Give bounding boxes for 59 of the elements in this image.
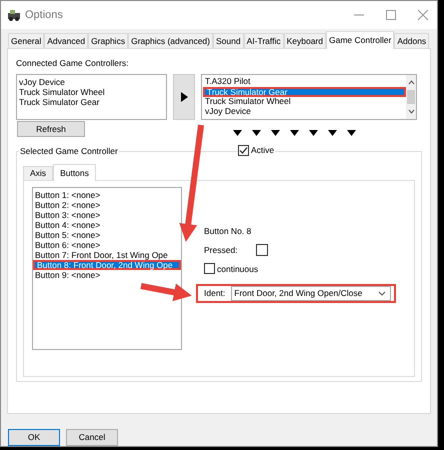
list-item[interactable]: Button 5: <none> <box>33 230 181 240</box>
group-title: Selected Game Controller <box>19 146 119 156</box>
checkbox[interactable] <box>204 263 215 274</box>
checkbox-label: Active <box>251 144 274 157</box>
section-label: Connected Game Controllers: <box>16 57 130 69</box>
annotation-arrow <box>140 283 192 302</box>
dialog-button[interactable]: Cancel <box>66 429 118 446</box>
tab[interactable]: Game Controller <box>326 31 394 49</box>
button-number-label: Button No. 8 <box>204 225 252 238</box>
tab[interactable]: Sound <box>212 33 244 48</box>
list-item[interactable]: Button 7: Front Door, 1st Wing Ope <box>33 250 181 260</box>
list-item[interactable]: T.A320 Pilot <box>203 77 406 87</box>
scrollbar[interactable] <box>406 75 416 119</box>
list-item[interactable]: Button 8: Front Door, 2nd Wing Ope <box>33 260 181 270</box>
triangle-icon <box>290 130 299 136</box>
tab[interactable]: AI-Traffic <box>244 33 284 48</box>
tab[interactable]: Keyboard <box>284 33 326 48</box>
list-item[interactable]: Truck Simulator Gear <box>19 97 164 107</box>
tab[interactable]: Advanced <box>44 33 88 48</box>
field-label: Ident: <box>203 287 226 300</box>
list-item[interactable]: Button 4: <none> <box>33 220 181 230</box>
tab[interactable]: Axis <box>23 166 54 180</box>
list-item[interactable]: vJoy Device <box>19 77 164 87</box>
tab[interactable]: Graphics (advanced) <box>128 33 213 48</box>
list-item[interactable]: vJoy Device <box>203 107 406 117</box>
list-item[interactable]: Button 9: <none> <box>33 270 181 280</box>
list-item[interactable]: Button 2: <none> <box>33 200 181 210</box>
tab[interactable]: Graphics <box>88 33 128 48</box>
scroll-down-icon <box>408 109 414 115</box>
ident-dropdown[interactable]: Front Door, 2nd Wing Open/Close <box>231 286 391 302</box>
tab[interactable]: Buttons <box>53 164 96 181</box>
list-item[interactable]: Button 6: <none> <box>33 240 181 250</box>
triangle-icon <box>328 130 337 136</box>
list-item[interactable]: Button 1: <none> <box>33 190 181 200</box>
scroll-up-icon <box>408 79 414 85</box>
app-icon <box>7 9 21 21</box>
triangle-icon <box>252 130 261 136</box>
tab[interactable]: General <box>8 33 44 48</box>
checkbox[interactable] <box>238 144 249 156</box>
button-list[interactable]: Button 1: <none> Button 2: <none> Button 3: <none> Button 4: <none> Button 5: <none> Button 6: <none> Button 7: Front Door, 1st Wing Ope Button 8: Front Door, 2nd Wing Ope Button 9: <none> <box>32 187 182 350</box>
pressed-label: Pressed: <box>204 244 239 256</box>
play-icon <box>180 92 188 102</box>
list-item[interactable]: Truck Simulator Gear <box>203 87 406 97</box>
dialog-button[interactable]: OK <box>8 429 60 446</box>
checkbox-label: continuous <box>217 262 258 276</box>
maximize-icon[interactable] <box>385 9 397 21</box>
list-item[interactable]: Truck Simulator Wheel <box>19 87 164 97</box>
list-item[interactable]: Button 3: <none> <box>33 210 181 220</box>
assign-button[interactable] <box>173 74 195 120</box>
list-item[interactable]: Truck Simulator Wheel <box>203 97 406 107</box>
triangle-icon <box>309 130 318 136</box>
triangle-icon <box>271 130 280 136</box>
tab[interactable]: Addons <box>394 33 430 48</box>
close-icon[interactable] <box>417 9 429 21</box>
triangle-icon <box>347 130 356 136</box>
controller-list[interactable]: vJoy Device Truck Simulator Wheel Truck Simulator Gear <box>16 74 167 120</box>
triangle-icon <box>233 130 242 136</box>
window-title: Options <box>25 8 63 23</box>
refresh-button[interactable]: Refresh <box>17 121 85 137</box>
